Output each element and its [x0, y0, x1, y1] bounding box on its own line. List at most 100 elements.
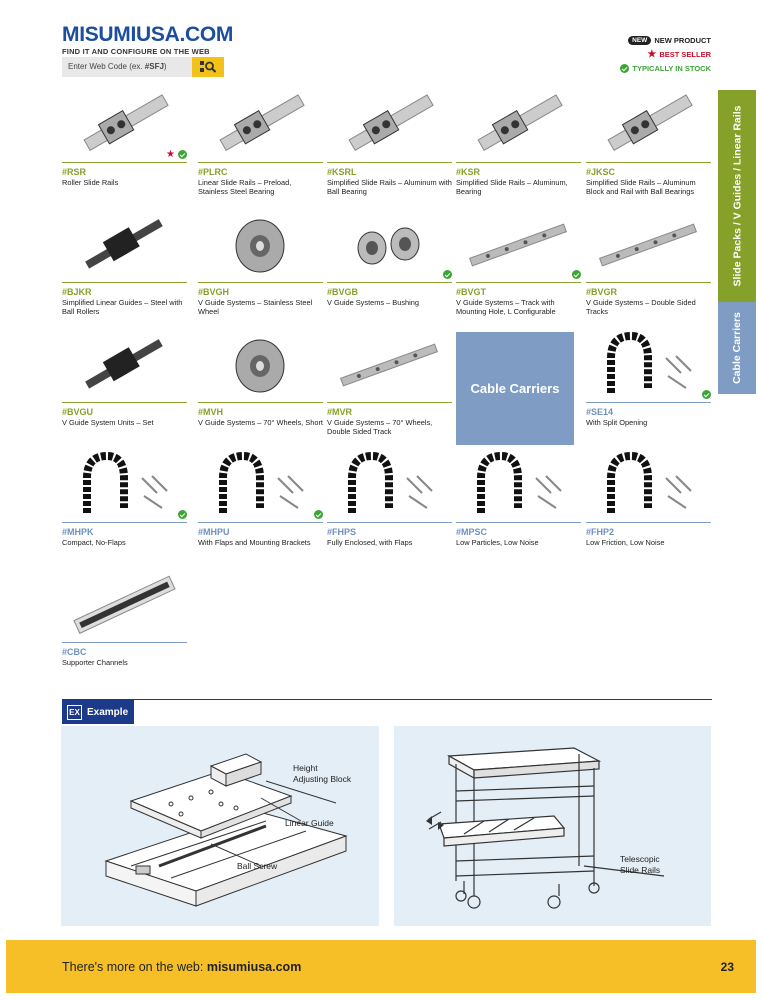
- product-image-wrap: [327, 448, 452, 522]
- legend-in-stock: TYPICALLY IN STOCK: [620, 64, 711, 73]
- legend-best-seller: ★ BEST SELLER: [647, 49, 711, 60]
- product-description: Roller Slide Rails: [62, 178, 119, 187]
- product-description: Simplified Slide Rails – Aluminum, Beari…: [456, 178, 568, 196]
- product-image: [607, 451, 692, 513]
- product-image-wrap: [62, 568, 187, 642]
- page-number: 23: [720, 959, 734, 974]
- product-image: [73, 575, 176, 634]
- product-image: [607, 94, 693, 152]
- product-image-wrap: [586, 448, 711, 522]
- product-image-wrap: [62, 208, 187, 282]
- in-stock-check-icon: [443, 270, 452, 279]
- product-image: [477, 451, 562, 513]
- product-rule: [456, 162, 581, 163]
- in-stock-check-icon: [572, 270, 581, 279]
- product-marks: [443, 270, 452, 279]
- example-panel-cart: Telescopic Slide Rails: [394, 726, 711, 926]
- example-title: Example: [87, 706, 129, 718]
- product-rule: [198, 522, 323, 523]
- product-image-wrap: [198, 88, 323, 162]
- product-image: [85, 219, 163, 269]
- label-linear-guide: Linear Guide: [285, 818, 334, 828]
- brand: MISUMIUSA.COM FIND IT AND CONFIGURE ON T…: [62, 24, 233, 56]
- product-description: Linear Slide Rails – Preload, Stainless …: [198, 178, 292, 196]
- product-code[interactable]: #BJKR: [62, 287, 92, 297]
- product-code[interactable]: #BVGU: [62, 407, 93, 417]
- product-rule: [327, 162, 452, 163]
- product-image: [219, 451, 304, 513]
- product-rule: [327, 282, 452, 283]
- check-icon: [620, 64, 630, 73]
- product-rule: [586, 282, 711, 283]
- tagline: FIND IT AND CONFIGURE ON THE WEB: [62, 47, 210, 56]
- product-code[interactable]: #RSR: [62, 167, 86, 177]
- star-icon: ★: [647, 49, 657, 60]
- search-button[interactable]: [192, 57, 224, 77]
- product-image: [477, 94, 563, 152]
- product-rule: [62, 642, 187, 643]
- product-image: [469, 223, 567, 267]
- product-code[interactable]: #CBC: [62, 647, 87, 657]
- footer-message: There's more on the web: misumiusa.com: [62, 959, 302, 974]
- product-description: V Guide System Units – Set: [62, 418, 154, 427]
- product-rule: [198, 282, 323, 283]
- side-tab-cable-carriers[interactable]: Cable Carriers: [718, 302, 756, 394]
- product-code[interactable]: #BVGH: [198, 287, 229, 297]
- product-image-wrap: [586, 88, 711, 162]
- product-code[interactable]: #KSRL: [327, 167, 357, 177]
- product-description: Low Particles, Low Noise: [456, 538, 539, 547]
- product-code[interactable]: #SE14: [586, 407, 613, 417]
- product-code[interactable]: #FHPS: [327, 527, 356, 537]
- product-code[interactable]: #MHPK: [62, 527, 94, 537]
- product-code[interactable]: #FHP2: [586, 527, 614, 537]
- side-tab-slide-packs[interactable]: Slide Packs / V Guides / Linear Rails: [718, 90, 756, 302]
- product-rule: [198, 162, 323, 163]
- product-code[interactable]: #JKSC: [586, 167, 615, 177]
- product-marks: ★: [166, 149, 187, 160]
- product-image-wrap: [456, 208, 581, 282]
- search-input[interactable]: Enter Web Code (ex. #SFJ): [62, 57, 192, 77]
- product-description: Fully Enclosed, with Flaps: [327, 538, 413, 547]
- site-logo[interactable]: MISUMIUSA.COM: [62, 24, 233, 45]
- in-stock-check-icon: [702, 390, 711, 399]
- product-image-wrap: [327, 88, 452, 162]
- product-rule: [456, 282, 581, 283]
- in-stock-check-icon: [178, 510, 187, 519]
- product-description: With Split Opening: [586, 418, 648, 427]
- product-rule: [62, 162, 187, 163]
- product-marks: [314, 510, 323, 519]
- product-description: Low Friction, Low Noise: [586, 538, 665, 547]
- product-code[interactable]: #BVGB: [327, 287, 358, 297]
- product-rule: [586, 522, 711, 523]
- product-description: Compact, No-Flaps: [62, 538, 126, 547]
- footer-link[interactable]: misumiusa.com: [207, 960, 301, 974]
- product-code[interactable]: #PLRC: [198, 167, 228, 177]
- product-description: Simplified Slide Rails – Aluminum Block …: [586, 178, 696, 196]
- search-icon: [200, 61, 217, 73]
- product-code[interactable]: #MVR: [327, 407, 352, 417]
- in-stock-check-icon: [178, 150, 187, 159]
- product-image: [340, 343, 438, 387]
- example-header: EX Example: [62, 700, 134, 724]
- product-description: V Guide Systems – Stainless Steel Wheel: [198, 298, 313, 316]
- product-image: [219, 94, 305, 152]
- product-image: [83, 451, 168, 513]
- product-image-wrap: [586, 208, 711, 282]
- product-code[interactable]: #BVGR: [586, 287, 617, 297]
- new-badge: NEW: [628, 36, 652, 45]
- product-marks: [702, 390, 711, 399]
- product-image: [357, 227, 420, 265]
- best-seller-star-icon: ★: [166, 149, 175, 160]
- product-code[interactable]: #KSR: [456, 167, 480, 177]
- product-code[interactable]: #MHPU: [198, 527, 230, 537]
- product-code[interactable]: #MVH: [198, 407, 223, 417]
- product-image-wrap: [586, 328, 711, 402]
- product-code[interactable]: #MPSC: [456, 527, 487, 537]
- product-code[interactable]: #BVGT: [456, 287, 486, 297]
- product-description: V Guide Systems – Bushing: [327, 298, 420, 307]
- legend: NEW NEW PRODUCT ★ BEST SELLER TYPICALLY IN…: [620, 36, 711, 78]
- product-rule: [198, 402, 323, 403]
- label-ball-screw: Ball Screw: [237, 861, 278, 871]
- cable-carriers-category-box[interactable]: Cable Carriers: [456, 332, 574, 445]
- product-description: Supporter Channels: [62, 658, 128, 667]
